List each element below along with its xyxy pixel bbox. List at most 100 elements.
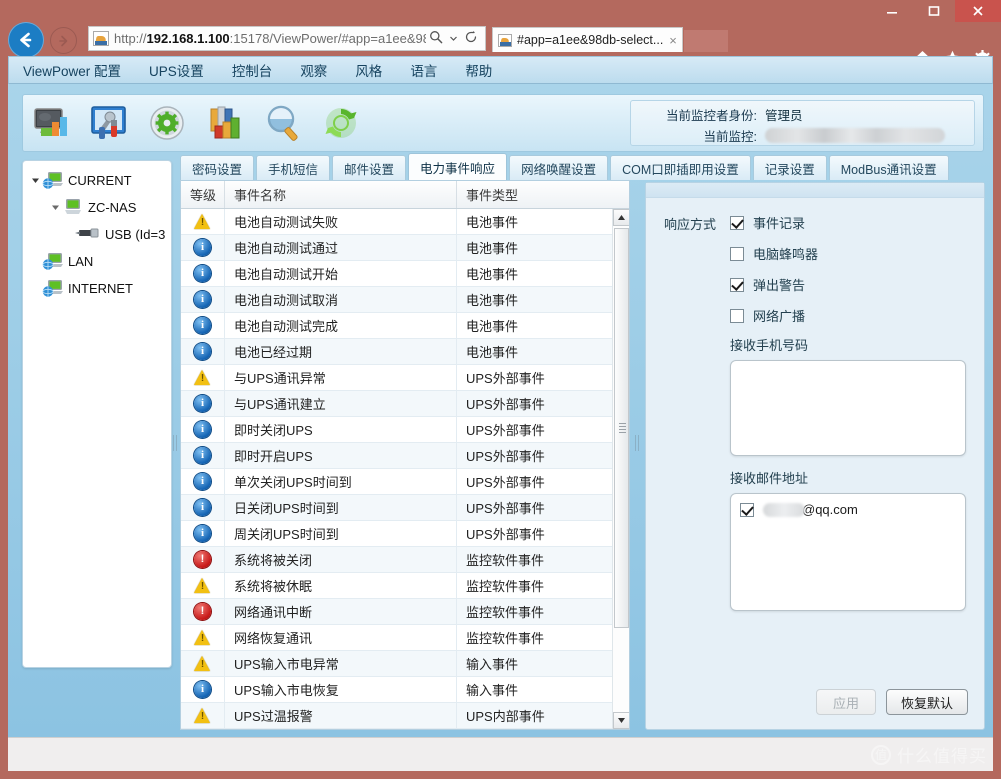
checkbox-icon[interactable] <box>730 246 744 261</box>
list-item[interactable]: @qq.com <box>740 502 956 517</box>
scroll-up-button[interactable] <box>613 209 629 226</box>
books-report-icon[interactable] <box>202 100 248 146</box>
tree-node-usb[interactable]: USB (Id=3… <box>27 221 167 248</box>
table-row[interactable]: 即时开启UPS UPS外部事件 <box>181 443 612 469</box>
middle-splitter-handle[interactable] <box>634 432 642 454</box>
tab-wake-on-lan[interactable]: 网络唤醒设置 <box>509 155 609 180</box>
table-row[interactable]: 系统将被关闭监控软件事件 <box>181 547 612 573</box>
tab-power-event-response[interactable]: 电力事件响应 <box>408 153 508 180</box>
minimize-button[interactable] <box>871 0 913 22</box>
event-name-cell: 单次关闭UPS时间到 <box>225 469 457 494</box>
tab-log-settings[interactable]: 记录设置 <box>752 155 827 180</box>
green-gear-icon[interactable] <box>144 100 190 146</box>
tab-password-settings[interactable]: 密码设置 <box>180 155 255 180</box>
monitor-chart-icon[interactable] <box>28 100 74 146</box>
tree-node-zc-nas[interactable]: ZC-NAS <box>27 194 167 221</box>
apply-button[interactable]: 应用 <box>815 689 876 715</box>
back-button[interactable] <box>8 22 44 58</box>
left-splitter-handle[interactable] <box>172 432 180 454</box>
close-button[interactable] <box>955 0 1001 22</box>
column-header-level[interactable]: 等级 <box>181 181 225 208</box>
grip-icon <box>619 423 626 434</box>
scroll-down-button[interactable] <box>613 712 629 729</box>
column-header-event-name[interactable]: 事件名称 <box>225 181 457 208</box>
refresh-sync-icon[interactable] <box>318 100 364 146</box>
event-table-panel: 等级 事件名称 事件类型 电池自动测试失败电池事件电池自动测试通过电池事件电池自… <box>180 180 630 730</box>
chevron-down-icon[interactable] <box>446 31 461 46</box>
table-row[interactable]: 系统将被休眠监控软件事件 <box>181 573 612 599</box>
menu-item-style[interactable]: 风格 <box>355 60 382 80</box>
menu-item-viewpower-config[interactable]: ViewPower 配置 <box>23 60 121 80</box>
scrollbar-thumb[interactable] <box>614 228 629 628</box>
collapse-arrow-icon[interactable] <box>29 176 42 185</box>
checkbox-icon[interactable] <box>730 308 744 323</box>
event-level-cell <box>181 703 225 728</box>
phone-number-list[interactable] <box>730 360 966 456</box>
tools-config-icon[interactable] <box>86 100 132 146</box>
column-header-event-type[interactable]: 事件类型 <box>457 181 629 208</box>
menu-item-ups-settings[interactable]: UPS设置 <box>149 60 204 80</box>
tree-node-lan[interactable]: LAN <box>27 248 167 275</box>
magnifier-search-icon[interactable] <box>260 100 306 146</box>
close-icon[interactable]: × <box>669 33 677 48</box>
checkbox-icon[interactable] <box>730 215 744 230</box>
table-row[interactable]: UPS过温报警 UPS内部事件 <box>181 703 612 729</box>
table-body: 电池自动测试失败电池事件电池自动测试通过电池事件电池自动测试开始电池事件电池自动… <box>181 209 612 729</box>
refresh-icon[interactable] <box>461 30 481 47</box>
event-name-cell: UPS过温报警 <box>225 703 457 728</box>
tree-node-current[interactable]: CURRENT <box>27 167 167 194</box>
tab-modbus-settings[interactable]: ModBus通讯设置 <box>828 155 949 180</box>
checkbox-event-log[interactable]: 事件记录 <box>730 213 805 232</box>
event-type-cell: 监控软件事件 <box>466 579 545 594</box>
table-row[interactable]: 电池自动测试开始电池事件 <box>181 261 612 287</box>
table-row[interactable]: 周关闭UPS时间到 UPS外部事件 <box>181 521 612 547</box>
forward-button[interactable] <box>50 27 77 54</box>
table-row[interactable]: 网络恢复通讯监控软件事件 <box>181 625 612 651</box>
checkbox-icon[interactable] <box>740 502 754 517</box>
settings-tabbar: 密码设置 手机短信 邮件设置 电力事件响应 网络唤醒设置 COM口即插即用设置 … <box>180 153 986 180</box>
tree-node-internet[interactable]: INTERNET <box>27 275 167 302</box>
table-row[interactable]: 即时关闭UPS UPS外部事件 <box>181 417 612 443</box>
table-row[interactable]: 电池自动测试完成电池事件 <box>181 313 612 339</box>
maximize-button[interactable] <box>913 0 955 22</box>
tab-mail-settings[interactable]: 邮件设置 <box>332 155 407 180</box>
warn-icon <box>194 213 211 230</box>
table-row[interactable]: 日关闭UPS时间到 UPS外部事件 <box>181 495 612 521</box>
checkbox-network-broadcast[interactable]: 网络广播 <box>730 306 805 325</box>
table-row[interactable]: 电池自动测试取消电池事件 <box>181 287 612 313</box>
table-row[interactable]: 电池自动测试通过电池事件 <box>181 235 612 261</box>
table-row[interactable]: 网络通讯中断监控软件事件 <box>181 599 612 625</box>
table-vertical-scrollbar[interactable] <box>612 209 629 729</box>
table-row[interactable]: 与UPS通讯建立 UPS外部事件 <box>181 391 612 417</box>
checkbox-pc-buzzer[interactable]: 电脑蜂鸣器 <box>730 244 818 263</box>
crit-icon <box>194 551 211 568</box>
event-type-cell: UPS内部事件 <box>466 709 545 724</box>
address-bar[interactable]: http://192.168.1.100:15178/ViewPower/#ap… <box>88 26 486 51</box>
menu-item-console[interactable]: 控制台 <box>232 60 273 80</box>
menu-item-language[interactable]: 语言 <box>410 60 437 80</box>
browser-window: http://192.168.1.100:15178/ViewPower/#ap… <box>0 0 1001 779</box>
mail-address-list[interactable]: @qq.com <box>730 493 966 611</box>
search-icon[interactable] <box>426 30 446 47</box>
restore-default-button[interactable]: 恢复默认 <box>885 689 968 715</box>
table-row[interactable]: 电池已经过期电池事件 <box>181 339 612 365</box>
event-name-cell: 系统将被休眠 <box>225 573 457 598</box>
browser-tab[interactable]: #app=a1ee&98db-select... × <box>492 27 683 52</box>
response-method-label: 响应方式 <box>664 217 717 232</box>
event-level-cell <box>181 287 225 312</box>
menu-item-observe[interactable]: 观察 <box>300 60 327 80</box>
event-name-cell: 日关闭UPS时间到 <box>225 495 457 520</box>
table-row[interactable]: UPS输入市电异常输入事件 <box>181 651 612 677</box>
role-value: 管理员 <box>765 108 803 123</box>
collapse-arrow-icon[interactable] <box>49 203 62 212</box>
checkbox-popup-alert[interactable]: 弹出警告 <box>730 275 805 294</box>
table-row[interactable]: 与UPS通讯异常 UPS外部事件 <box>181 365 612 391</box>
checkbox-icon[interactable] <box>730 277 744 292</box>
tab-sms[interactable]: 手机短信 <box>256 155 331 180</box>
table-row[interactable]: 电池自动测试失败电池事件 <box>181 209 612 235</box>
new-tab-button[interactable] <box>683 30 728 52</box>
menu-item-help[interactable]: 帮助 <box>465 60 492 80</box>
table-row[interactable]: UPS输入市电恢复输入事件 <box>181 677 612 703</box>
table-row[interactable]: 单次关闭UPS时间到 UPS外部事件 <box>181 469 612 495</box>
tab-com-plug-and-play[interactable]: COM口即插即用设置 <box>610 155 751 180</box>
